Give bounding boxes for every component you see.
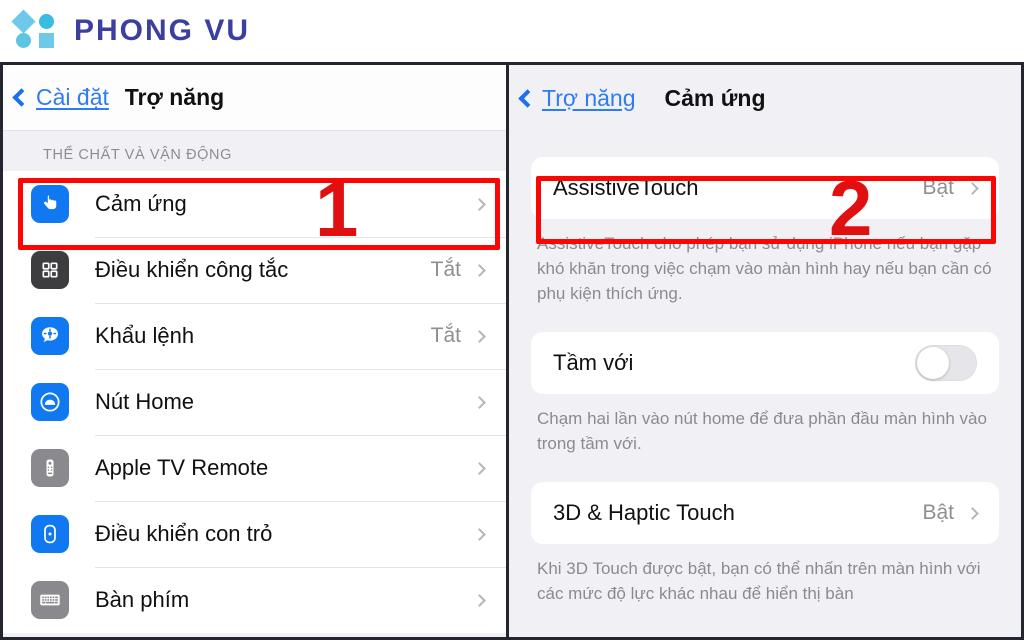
brand-header: PHONG VU (0, 0, 1024, 62)
haptic-touch-footnote: Khi 3D Touch được bật, bạn có thể nhấn t… (537, 559, 981, 603)
chevron-right-icon (473, 593, 486, 607)
logo-circle-bottom-left-shape (16, 33, 31, 48)
chevron-right-icon (473, 527, 486, 541)
right-nav-bar: Trợ năng Cảm ứng (509, 65, 1021, 131)
sidebar-item-label: Khẩu lệnh (95, 323, 195, 348)
sidebar-item-value: Tắt (430, 258, 461, 281)
pointer-control-icon (31, 515, 69, 553)
left-phone-screenshot: Cài đặt Trợ năng THỂ CHẤT VÀ VẬN ĐỘNG Cả… (0, 62, 506, 640)
haptic-touch-row[interactable]: 3D & Haptic Touch Bật (531, 482, 999, 544)
reachability-row[interactable]: Tầm với (531, 332, 999, 394)
assistive-touch-label: AssistiveTouch (553, 175, 699, 200)
toggle-knob (917, 347, 949, 379)
reachability-footnote: Chạm hai lần vào nút home để đưa phần đầ… (537, 409, 987, 453)
assistive-touch-card: AssistiveTouch Bật (531, 157, 999, 219)
screenshot-pair: Cài đặt Trợ năng THỂ CHẤT VÀ VẬN ĐỘNG Cả… (0, 62, 1024, 640)
left-settings-group: Cảm ứng Điều khiển công tắc Tắt Khẩu lện… (3, 171, 506, 633)
sidebar-item-label: Cảm ứng (95, 191, 187, 216)
chevron-right-icon (473, 197, 486, 211)
chevron-right-icon (473, 263, 486, 277)
left-section-header: THỂ CHẤT VÀ VẬN ĐỘNG (43, 147, 232, 163)
logo-square-shape (39, 33, 54, 48)
voice-control-icon (31, 317, 69, 355)
sidebar-item-ban-phim[interactable]: Bàn phím (3, 567, 506, 633)
right-phone-screenshot: Trợ năng Cảm ứng AssistiveTouch Bật Assi… (509, 62, 1024, 640)
assistive-touch-row[interactable]: AssistiveTouch Bật (531, 157, 999, 219)
left-back-label: Cài đặt (36, 84, 109, 110)
sidebar-item-dieu-khien-con-tro[interactable]: Điều khiển con trỏ (3, 501, 506, 567)
switch-grid-icon (31, 251, 69, 289)
chevron-right-icon (966, 181, 979, 195)
sidebar-item-cam-ung[interactable]: Cảm ứng (3, 171, 506, 237)
apple-tv-remote-icon (31, 449, 69, 487)
chevron-left-icon (12, 88, 31, 107)
assistive-touch-footnote: AssistiveTouch cho phép bạn sử dụng iPho… (537, 234, 992, 303)
assistive-touch-value: Bật (922, 176, 954, 199)
right-top-spacer (509, 131, 1021, 157)
chevron-right-icon (473, 395, 486, 409)
sidebar-item-label: Bàn phím (95, 587, 190, 612)
left-back-button[interactable]: Cài đặt (12, 84, 109, 111)
logo-diamond-shape (11, 9, 36, 34)
sidebar-item-label: Điều khiển công tắc (95, 257, 289, 282)
haptic-touch-label: 3D & Haptic Touch (553, 500, 735, 525)
sidebar-item-dieu-khien-cong-tac[interactable]: Điều khiển công tắc Tắt (3, 237, 506, 303)
reachability-label: Tầm với (553, 350, 634, 375)
right-mid-spacer (509, 306, 1021, 332)
haptic-touch-card: 3D & Haptic Touch Bật (531, 482, 999, 544)
chevron-right-icon (966, 506, 979, 520)
reachability-card: Tầm với (531, 332, 999, 394)
sidebar-item-label: Apple TV Remote (95, 455, 269, 480)
left-nav-bar: Cài đặt Trợ năng (3, 65, 506, 131)
chevron-right-icon (473, 329, 486, 343)
brand-wordmark: PHONG VU (74, 14, 251, 47)
chevron-left-icon (518, 88, 537, 108)
phong-vu-logo-icon (11, 9, 62, 50)
keyboard-icon (31, 581, 69, 619)
touch-hand-icon (31, 185, 69, 223)
sidebar-item-label: Nút Home (95, 389, 195, 414)
sidebar-item-khau-lenh[interactable]: Khẩu lệnh Tắt (3, 303, 506, 369)
logo-circle-top-right-shape (39, 14, 54, 29)
reachability-toggle[interactable] (915, 345, 977, 381)
sidebar-item-label: Điều khiển con trỏ (95, 521, 273, 546)
sidebar-item-nut-home[interactable]: Nút Home (3, 369, 506, 435)
right-back-label: Trợ năng (542, 84, 636, 111)
right-back-button[interactable]: Trợ năng (518, 84, 636, 112)
chevron-right-icon (473, 461, 486, 475)
right-lower-spacer (509, 456, 1021, 482)
home-button-icon (31, 383, 69, 421)
sidebar-item-apple-tv-remote[interactable]: Apple TV Remote (3, 435, 506, 501)
haptic-touch-value: Bật (922, 501, 954, 524)
sidebar-item-value: Tắt (430, 324, 461, 347)
